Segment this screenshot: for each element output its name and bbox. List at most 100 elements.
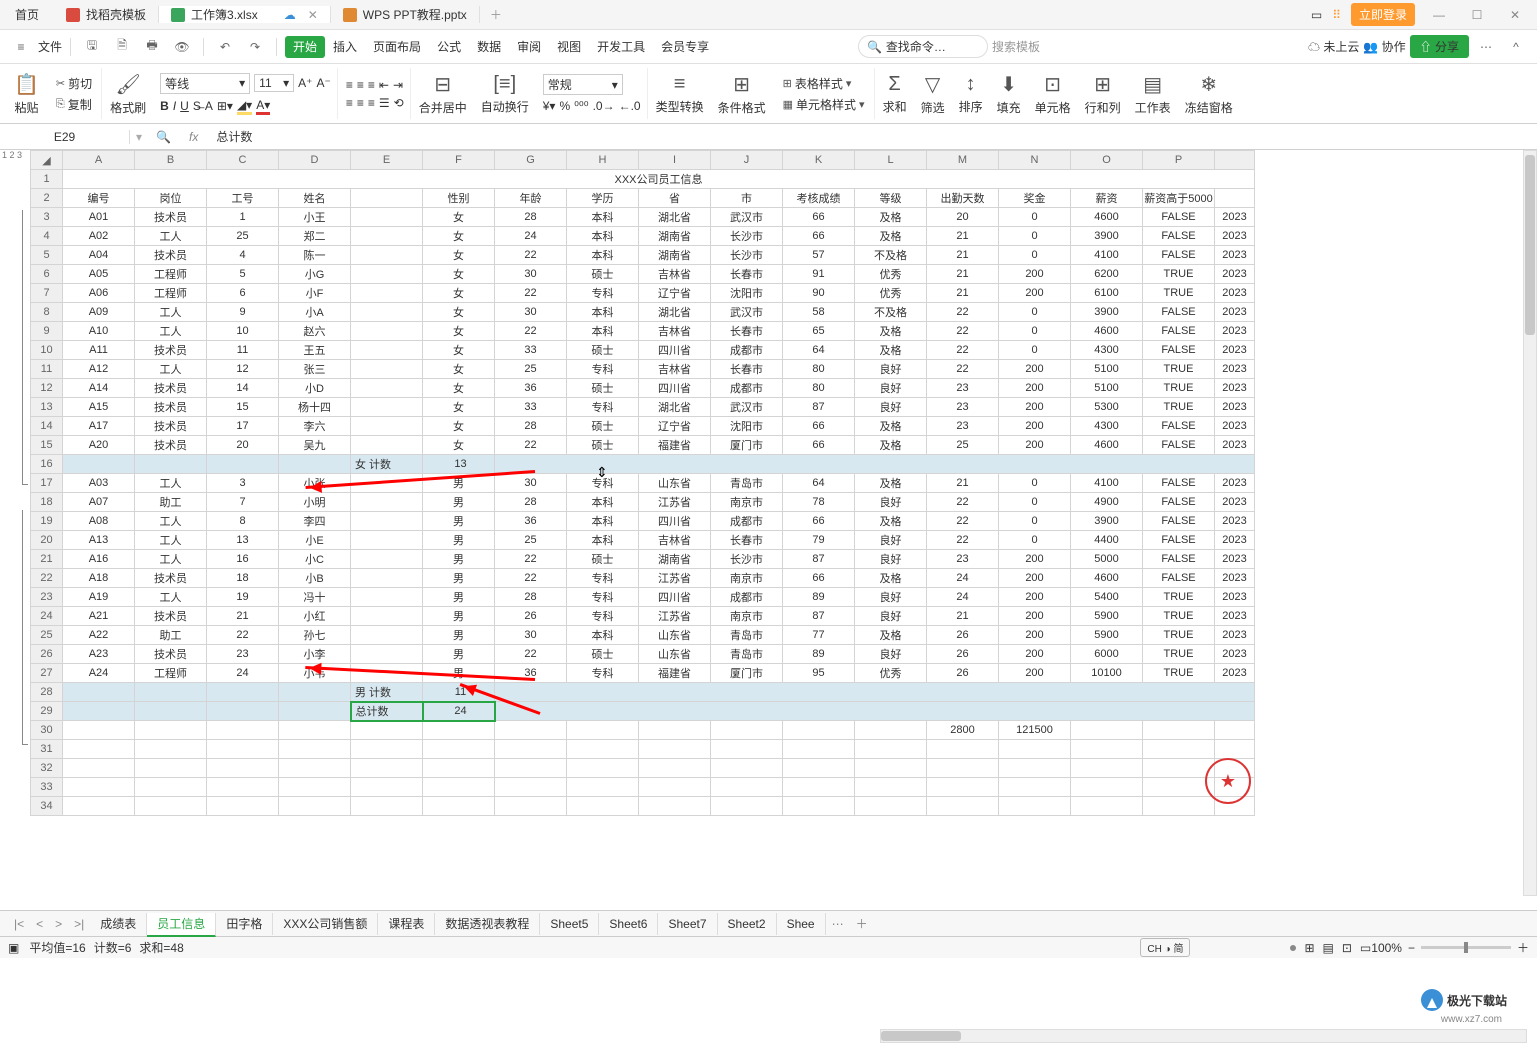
data-cell[interactable]: 福建省 xyxy=(639,436,711,455)
data-cell[interactable]: A20 xyxy=(63,436,135,455)
data-cell[interactable]: 25 xyxy=(927,436,999,455)
data-cell[interactable]: TRUE xyxy=(1143,398,1215,417)
data-cell[interactable]: 2023 xyxy=(1215,284,1255,303)
data-cell[interactable]: TRUE xyxy=(1143,588,1215,607)
empty-cell[interactable] xyxy=(351,797,423,816)
data-cell[interactable]: 2023 xyxy=(1215,550,1255,569)
data-cell[interactable]: 工人 xyxy=(135,227,207,246)
align-bottom-icon[interactable]: ≡ xyxy=(368,78,375,92)
data-cell[interactable]: 95 xyxy=(783,664,855,683)
header-cell[interactable] xyxy=(351,189,423,208)
empty-cell[interactable] xyxy=(207,759,279,778)
data-cell[interactable] xyxy=(351,569,423,588)
data-cell[interactable]: 30 xyxy=(495,474,567,493)
empty-cell[interactable] xyxy=(135,721,207,740)
data-cell[interactable]: 22 xyxy=(495,569,567,588)
data-cell[interactable]: 吉林省 xyxy=(639,360,711,379)
indent-left-icon[interactable]: ⇤ xyxy=(379,78,389,92)
data-cell[interactable]: 女 xyxy=(423,284,495,303)
data-cell[interactable]: 2023 xyxy=(1215,208,1255,227)
data-cell[interactable] xyxy=(351,417,423,436)
data-cell[interactable]: 杨十四 xyxy=(279,398,351,417)
data-cell[interactable]: 良好 xyxy=(855,360,927,379)
empty-cell[interactable] xyxy=(135,740,207,759)
data-cell[interactable]: 工人 xyxy=(135,588,207,607)
wrap-text-button[interactable]: [≡]自动换行 xyxy=(475,68,535,119)
empty-cell[interactable] xyxy=(711,721,783,740)
data-cell[interactable]: TRUE xyxy=(1143,664,1215,683)
data-cell[interactable]: 工人 xyxy=(135,550,207,569)
data-cell[interactable]: 64 xyxy=(783,474,855,493)
data-cell[interactable]: 山东省 xyxy=(639,626,711,645)
empty-cell[interactable] xyxy=(351,740,423,759)
data-cell[interactable]: 李四 xyxy=(279,512,351,531)
spreadsheet-grid[interactable]: 1 2 3 ◢ABCDEFGHIJKLMNOP1XXX公司员工信息2编号岗位工号… xyxy=(0,150,1537,910)
data-cell[interactable]: 四川省 xyxy=(639,379,711,398)
format-painter-button[interactable]: 🖌格式刷 xyxy=(104,68,152,119)
data-cell[interactable]: 0 xyxy=(999,341,1071,360)
align-middle-icon[interactable]: ≡ xyxy=(357,78,364,92)
data-cell[interactable]: 4 xyxy=(207,246,279,265)
data-cell[interactable]: 22 xyxy=(495,284,567,303)
data-cell[interactable]: 青岛市 xyxy=(711,626,783,645)
menu-tab[interactable]: 数据 xyxy=(469,36,509,58)
data-cell[interactable]: 5400 xyxy=(1071,588,1143,607)
data-cell[interactable]: 硕士 xyxy=(567,341,639,360)
data-cell[interactable]: 2023 xyxy=(1215,493,1255,512)
menu-icon[interactable]: ≡ xyxy=(8,40,34,54)
data-cell[interactable]: 辽宁省 xyxy=(639,284,711,303)
data-cell[interactable]: 200 xyxy=(999,588,1071,607)
close-button[interactable]: ✕ xyxy=(1501,8,1529,22)
data-cell[interactable] xyxy=(351,588,423,607)
data-cell[interactable]: TRUE xyxy=(1143,607,1215,626)
data-cell[interactable]: 23 xyxy=(927,417,999,436)
empty-cell[interactable] xyxy=(351,759,423,778)
row-header[interactable]: 30 xyxy=(31,721,63,740)
data-cell[interactable] xyxy=(351,303,423,322)
fx-button[interactable]: fx xyxy=(179,130,208,144)
data-cell[interactable]: 200 xyxy=(999,550,1071,569)
data-cell[interactable]: 湖南省 xyxy=(639,550,711,569)
data-cell[interactable]: 4400 xyxy=(1071,531,1143,550)
table-style-button[interactable]: ⊞ 表格样式▾ xyxy=(780,73,868,94)
data-cell[interactable]: 小明 xyxy=(279,493,351,512)
data-cell[interactable]: A07 xyxy=(63,493,135,512)
data-cell[interactable]: 江苏省 xyxy=(639,569,711,588)
column-header[interactable]: G xyxy=(495,151,567,170)
column-header[interactable]: F xyxy=(423,151,495,170)
data-cell[interactable]: 女 xyxy=(423,322,495,341)
empty-cell[interactable] xyxy=(1215,721,1255,740)
empty-cell[interactable] xyxy=(279,778,351,797)
data-cell[interactable]: 5000 xyxy=(1071,550,1143,569)
data-cell[interactable]: A14 xyxy=(63,379,135,398)
data-cell[interactable]: A15 xyxy=(63,398,135,417)
data-cell[interactable]: 24 xyxy=(927,569,999,588)
data-cell[interactable]: 4100 xyxy=(1071,474,1143,493)
column-header[interactable]: M xyxy=(927,151,999,170)
data-cell[interactable]: 助工 xyxy=(135,493,207,512)
data-cell[interactable]: 长春市 xyxy=(711,531,783,550)
data-cell[interactable]: 女 xyxy=(423,265,495,284)
data-cell[interactable]: 200 xyxy=(999,645,1071,664)
data-cell[interactable]: 3900 xyxy=(1071,512,1143,531)
empty-cell[interactable] xyxy=(207,797,279,816)
data-cell[interactable]: 87 xyxy=(783,398,855,417)
data-cell[interactable]: 200 xyxy=(999,436,1071,455)
undo-icon[interactable]: ↶ xyxy=(212,40,238,54)
data-cell[interactable]: 男 xyxy=(423,569,495,588)
data-cell[interactable]: 2023 xyxy=(1215,569,1255,588)
column-header[interactable]: H xyxy=(567,151,639,170)
data-cell[interactable]: 1 xyxy=(207,208,279,227)
row-header[interactable]: 3 xyxy=(31,208,63,227)
data-cell[interactable]: 及格 xyxy=(855,436,927,455)
underline-button[interactable]: U xyxy=(180,99,189,113)
data-cell[interactable]: 长春市 xyxy=(711,322,783,341)
horizontal-scrollbar[interactable] xyxy=(880,1029,1527,1043)
column-header[interactable]: K xyxy=(783,151,855,170)
data-cell[interactable]: 硕士 xyxy=(567,550,639,569)
data-cell[interactable]: A13 xyxy=(63,531,135,550)
data-cell[interactable]: 技术员 xyxy=(135,208,207,227)
sort-button[interactable]: ↕排序 xyxy=(953,68,989,119)
data-cell[interactable]: 30 xyxy=(495,265,567,284)
empty-cell[interactable]: 121500 xyxy=(999,721,1071,740)
